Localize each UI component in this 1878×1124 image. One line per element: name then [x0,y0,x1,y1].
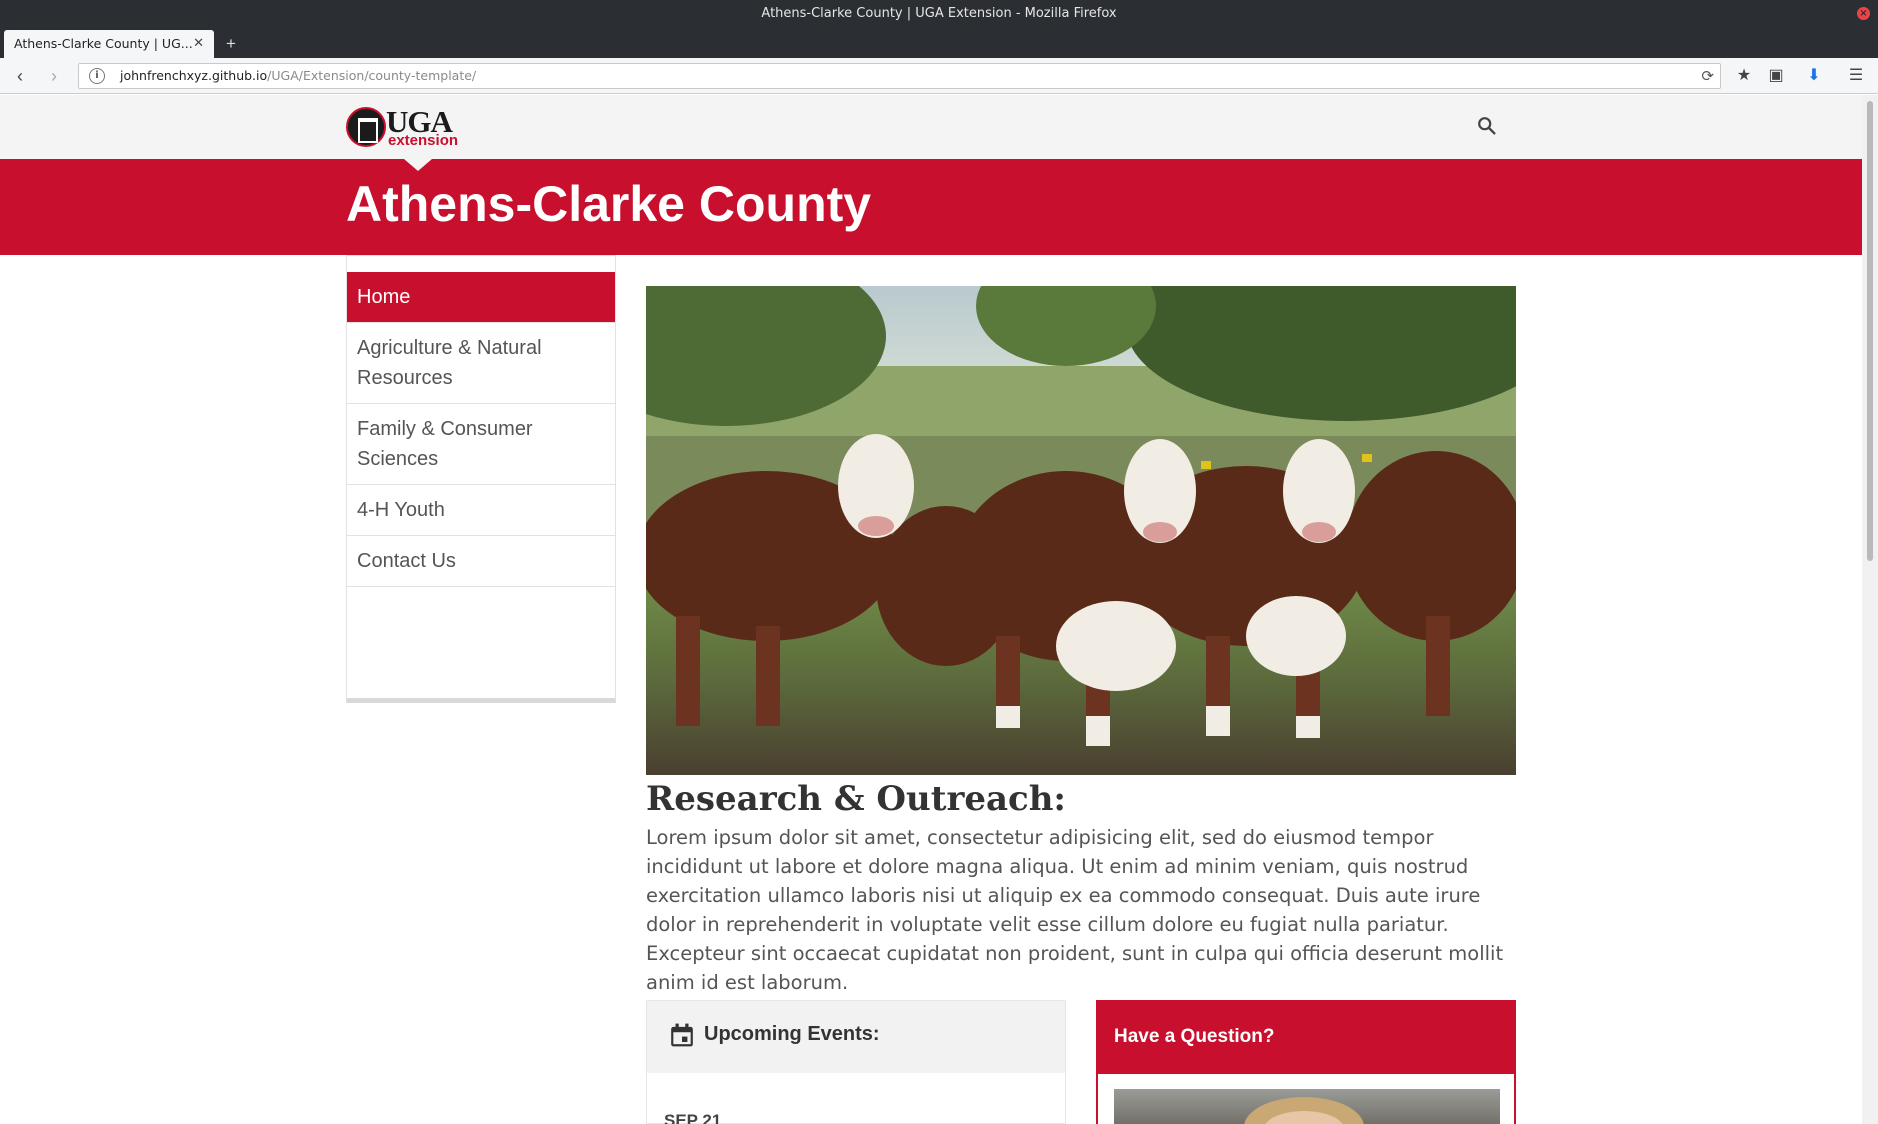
sidebar-nav: Home Agriculture & Natural Resources Fam… [346,255,616,703]
navigation-toolbar: ‹ › i johnfrenchxyz.github.io/UGA/Extens… [0,58,1878,94]
pocket-icon[interactable]: ▣ [1764,64,1788,88]
sidebar-item-contact[interactable]: Contact Us [347,536,615,587]
upcoming-events-card: Upcoming Events: SEP 21 [646,1000,1066,1124]
info-icon[interactable]: i [89,68,105,84]
window-close-icon[interactable]: × [1857,7,1870,20]
back-icon[interactable]: ‹ [8,64,32,88]
question-header: Have a Question? [1098,1002,1514,1074]
url-path: /UGA/Extension/county-template/ [267,68,477,83]
county-banner [0,159,1862,255]
scrollbar-thumb[interactable] [1867,101,1873,561]
url-host: johnfrenchxyz.github.io [120,68,268,83]
page-title: Athens-Clarke County [346,176,872,232]
tab-strip: Athens-Clarke County | UG... ✕ + [0,27,1878,58]
events-header: Upcoming Events: [647,1001,1065,1073]
hero-image-cattle [646,286,1516,775]
sidebar-item-4h-youth[interactable]: 4-H Youth [347,485,615,536]
sidebar-item-family-consumer[interactable]: Family & Consumer Sciences [347,404,615,485]
tab-title: Athens-Clarke County | UG... [14,36,193,51]
tab-close-icon[interactable]: ✕ [193,30,204,58]
cattle-photo [646,286,1516,775]
sidebar-item-home[interactable]: Home [347,272,615,323]
bookmark-star-icon[interactable]: ★ [1732,64,1756,88]
search-icon[interactable] [1476,115,1498,137]
have-a-question-card: Have a Question? [1096,1000,1516,1124]
window-title: Athens-Clarke County | UGA Extension - M… [761,6,1117,21]
sidebar-item-agriculture[interactable]: Agriculture & Natural Resources [347,323,615,404]
browser-tab-active[interactable]: Athens-Clarke County | UG... ✕ [4,30,214,58]
agent-photo [1114,1089,1500,1124]
window-titlebar: Athens-Clarke County | UGA Extension - M… [0,0,1878,27]
url-text: johnfrenchxyz.github.io/UGA/Extension/co… [120,64,476,88]
uga-extension-logo[interactable]: UGA extension [346,104,466,149]
page-scrollbar[interactable] [1862,95,1878,1124]
banner-pointer [404,159,432,171]
events-title: Upcoming Events: [704,1023,880,1045]
question-title: Have a Question? [1114,1026,1275,1047]
menu-icon[interactable]: ☰ [1844,64,1868,88]
section-title: Research & Outreach: [646,779,1066,819]
download-icon[interactable]: ⬇ [1802,64,1826,88]
reload-icon[interactable]: ⟳ [1701,64,1714,88]
site-header: UGA extension [0,95,1862,159]
new-tab-icon[interactable]: + [226,30,236,58]
calendar-icon [671,1023,693,1047]
event-date: SEP 21 [664,1111,722,1124]
url-bar[interactable]: i johnfrenchxyz.github.io/UGA/Extension/… [78,63,1721,89]
forward-icon[interactable]: › [42,64,66,88]
web-page: UGA extension Athens-Clarke County Home … [0,95,1862,1124]
logo-extension-text: extension [388,132,459,149]
uga-seal-icon [346,107,386,147]
section-body: Lorem ipsum dolor sit amet, consectetur … [646,826,1504,994]
